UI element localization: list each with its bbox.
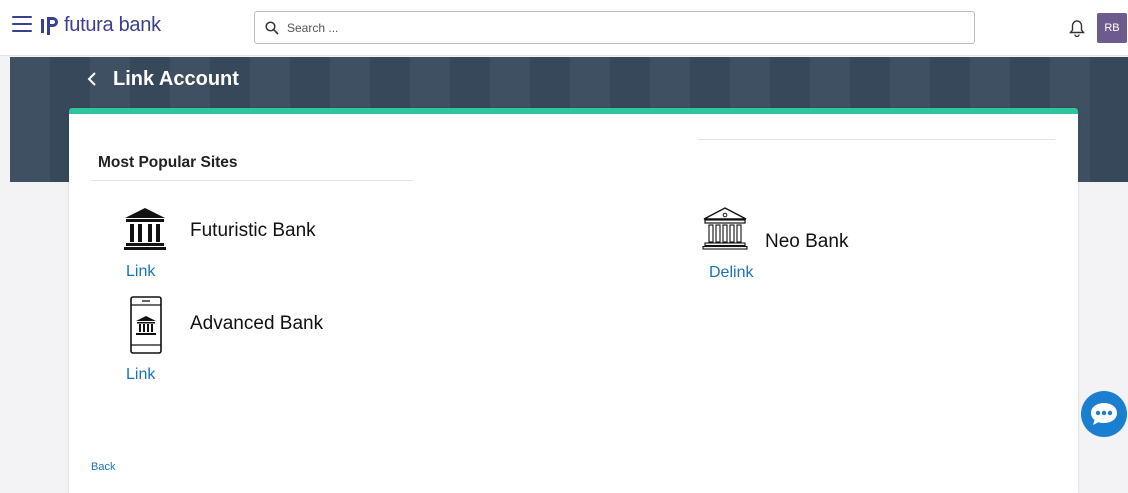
section-title: Most Popular Sites <box>98 154 238 171</box>
bank-name-neo: Neo Bank <box>765 231 849 252</box>
brand-name: futura bank <box>64 14 161 36</box>
page-title: Link Account <box>113 68 239 90</box>
search-icon <box>265 20 279 35</box>
brand-logo[interactable]: futura bank <box>40 14 161 37</box>
futura-logo-icon <box>41 16 58 35</box>
top-bar: futura bank RB <box>0 0 1128 56</box>
back-chevron-icon[interactable] <box>86 70 98 88</box>
search-input[interactable] <box>287 20 937 35</box>
bank-building-outline-icon <box>702 207 748 250</box>
chat-assistant-button[interactable] <box>1081 391 1127 437</box>
notification-bell-icon[interactable] <box>1069 19 1085 37</box>
chat-bubble-icon <box>1091 403 1117 425</box>
section-divider <box>91 180 413 181</box>
bank-name-futuristic: Futuristic Bank <box>190 220 316 241</box>
link-futuristic-bank-button[interactable]: Link <box>126 263 155 281</box>
hamburger-menu-icon[interactable] <box>12 16 32 34</box>
section-divider-right <box>698 139 1055 140</box>
bank-name-advanced: Advanced Bank <box>190 313 324 334</box>
link-account-card: Most Popular Sites Futuristic Bank Link … <box>69 108 1078 493</box>
back-button[interactable]: Back <box>91 461 115 473</box>
user-avatar[interactable]: RB <box>1097 13 1127 43</box>
bank-building-icon <box>124 208 166 250</box>
delink-neo-bank-button[interactable]: Delink <box>709 264 753 282</box>
link-advanced-bank-button[interactable]: Link <box>126 366 155 384</box>
mobile-bank-icon <box>130 296 162 354</box>
search-box[interactable] <box>254 11 975 44</box>
